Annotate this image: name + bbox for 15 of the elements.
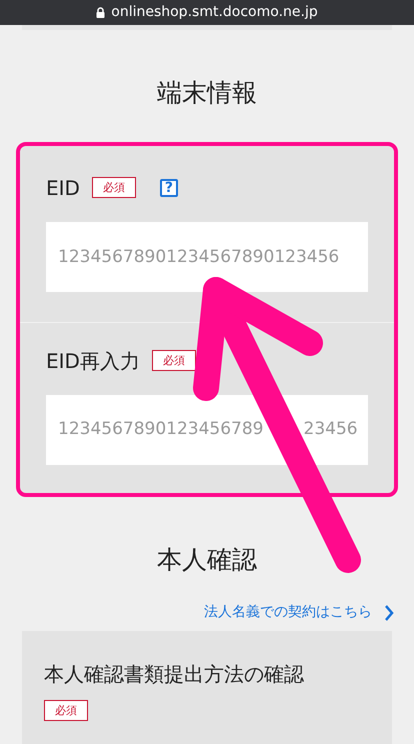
url-text: onlineshop.smt.docomo.ne.jp — [111, 3, 318, 22]
field-label: EID再入力 — [46, 348, 140, 374]
section-title: 端末情報 — [157, 77, 257, 109]
eid-input-field[interactable]: 12345678901234567890123456 — [46, 222, 368, 292]
field-label: EID — [46, 174, 80, 202]
help-icon[interactable]: ? — [160, 178, 178, 196]
chevron-right-icon — [384, 604, 394, 622]
required-badge: 必須 — [44, 700, 88, 721]
lock-icon — [96, 7, 106, 18]
required-badge: 必須 — [152, 350, 196, 371]
required-badge: 必須 — [92, 177, 136, 198]
card-title: 本人確認書類提出方法の確認 — [44, 661, 305, 688]
corporate-contract-link[interactable]: 法人名義での契約はこちら — [204, 602, 372, 623]
section-title: 本人確認 — [157, 544, 257, 576]
eid-input-field[interactable]: 1234567890123456789 23456 — [46, 394, 368, 464]
